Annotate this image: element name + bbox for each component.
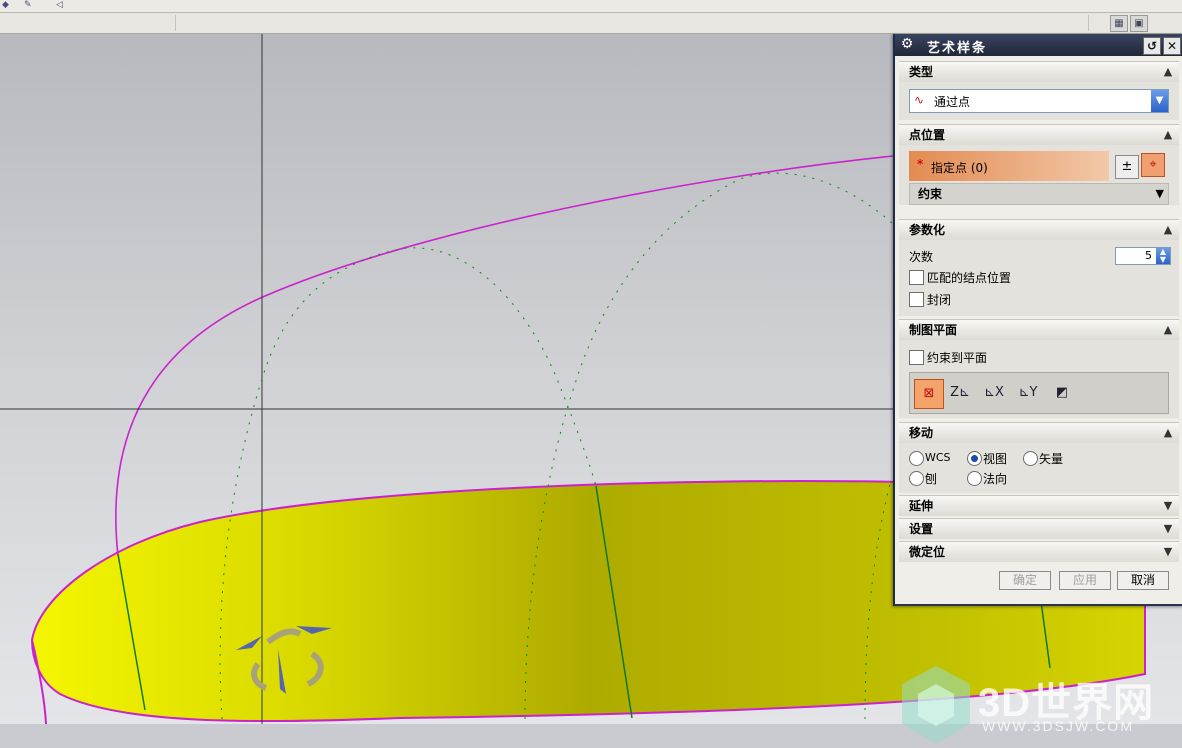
section-drawing-plane-header[interactable]: 制图平面 ▲	[899, 319, 1179, 340]
zc-plane-icon[interactable]: Z⊾	[946, 379, 974, 407]
closed-checkbox[interactable]	[909, 292, 924, 307]
toolbar-icon-3[interactable]: ◁	[56, 0, 70, 11]
chevron-up-icon[interactable]: ▲	[1161, 320, 1175, 340]
view-plane-icon[interactable]: ⊠	[914, 379, 944, 409]
section-point-position-label: 点位置	[909, 128, 946, 142]
section-parameterization-header[interactable]: 参数化 ▲	[899, 219, 1179, 240]
crosshair-icon[interactable]: ⌖	[1141, 153, 1165, 177]
constraint-label: 约束	[918, 187, 943, 201]
section-move-label: 移动	[909, 426, 934, 440]
gear-icon[interactable]: ⚙	[899, 36, 915, 52]
cancel-button[interactable]: 取消	[1117, 571, 1169, 590]
chevron-down-icon[interactable]: ▼	[1161, 496, 1175, 516]
point-dialog-icon[interactable]: ±	[1115, 155, 1139, 179]
specify-point-row[interactable]: * 指定点 (0)	[909, 151, 1109, 181]
move-label-plane: 刨	[925, 472, 938, 486]
plane-icon-strip: ⊠ Z⊾ ⊾X ⊾Y ◩	[909, 372, 1169, 414]
constrain-to-plane-label: 约束到平面	[927, 351, 988, 365]
chevron-down-icon[interactable]: ▼	[1151, 90, 1168, 112]
move-label-normal: 法向	[983, 472, 1008, 486]
degree-label: 次数	[909, 250, 934, 264]
custom-plane-icon[interactable]: ◩	[1048, 379, 1076, 407]
move-radio-normal[interactable]	[967, 471, 982, 486]
chevron-down-icon[interactable]: ▼	[1161, 542, 1175, 562]
ok-button[interactable]: 确定	[999, 571, 1051, 590]
move-radio-plane[interactable]	[909, 471, 924, 486]
studio-spline-dialog: ⚙ 艺术样条 ↺ ✕ 类型 ▲ ∿ 通过点 ▼ 点位置 ▲ * 指定点 (0)	[893, 34, 1182, 606]
section-parameterization-label: 参数化	[909, 223, 946, 237]
section-extend-label: 延伸	[909, 499, 934, 513]
section-point-position-header[interactable]: 点位置 ▲	[899, 124, 1179, 145]
section-type-label: 类型	[909, 65, 934, 79]
close-icon[interactable]: ✕	[1163, 37, 1181, 55]
chevron-up-icon[interactable]: ▲	[1161, 125, 1175, 145]
section-extend-header[interactable]: 延伸 ▼	[899, 495, 1179, 516]
match-knot-label: 匹配的结点位置	[927, 271, 1012, 285]
chevron-up-icon[interactable]: ▲	[1161, 220, 1175, 240]
render-style-icon[interactable]: ▦	[1110, 15, 1128, 32]
section-drawing-plane-label: 制图平面	[909, 323, 958, 337]
chevron-up-icon[interactable]: ▲	[1161, 62, 1175, 82]
move-radio-wcs[interactable]	[909, 451, 924, 466]
watermark: 3D世界网 WWW.3DSJW.COM	[898, 662, 1168, 748]
spline-icon: ∿	[914, 93, 925, 107]
dialog-title-bar[interactable]: ⚙ 艺术样条 ↺ ✕	[895, 34, 1182, 56]
closed-label: 封闭	[927, 293, 952, 307]
move-label-vector: 矢量	[1039, 452, 1064, 466]
section-drawing-plane-body: 约束到平面 ⊠ Z⊾ ⊾X ⊾Y ◩	[899, 340, 1179, 418]
move-label-wcs: WCS	[925, 451, 951, 464]
chevron-up-icon[interactable]: ▲	[1161, 423, 1175, 443]
xc-plane-icon[interactable]: ⊾X	[980, 379, 1008, 407]
yc-plane-icon[interactable]: ⊾Y	[1014, 379, 1042, 407]
section-move-header[interactable]: 移动 ▲	[899, 422, 1179, 443]
section-type-body: ∿ 通过点 ▼	[899, 82, 1179, 120]
degree-spinner[interactable]: 5 ▲ ▼	[1115, 247, 1171, 265]
degree-value: 5	[1145, 249, 1152, 262]
move-label-view: 视图	[983, 452, 1008, 466]
section-type-header[interactable]: 类型 ▲	[899, 61, 1179, 82]
section-parameterization-body: 次数 5 ▲ ▼ 匹配的结点位置 封闭	[899, 240, 1179, 316]
toolbar-icon-2[interactable]: ✎	[24, 0, 38, 11]
section-fine-positioning-label: 微定位	[909, 545, 946, 559]
chevron-down-icon[interactable]: ▼	[1161, 519, 1175, 539]
toolbar-divider	[1088, 15, 1089, 31]
move-radio-view[interactable]	[967, 451, 982, 466]
section-settings-label: 设置	[909, 522, 934, 536]
constrain-to-plane-checkbox[interactable]	[909, 350, 924, 365]
secondary-toolbar: ▦ ▣	[0, 13, 1182, 34]
toolbar-divider	[175, 15, 176, 31]
apply-button[interactable]: 应用	[1059, 571, 1111, 590]
section-point-position-body: * 指定点 (0) ± ⌖ 约束 ▼	[899, 145, 1179, 205]
reset-icon[interactable]: ↺	[1143, 37, 1161, 55]
spinner-arrows-icon[interactable]: ▲ ▼	[1156, 248, 1170, 264]
section-settings-header[interactable]: 设置 ▼	[899, 518, 1179, 539]
chevron-down-icon[interactable]: ▼	[1156, 184, 1164, 204]
dialog-title: 艺术样条	[927, 41, 988, 56]
section-fine-positioning-header[interactable]: 微定位 ▼	[899, 541, 1179, 562]
match-knot-checkbox[interactable]	[909, 270, 924, 285]
move-radio-vector[interactable]	[1023, 451, 1038, 466]
toolbar-icon-1[interactable]: ◆	[2, 0, 16, 11]
watermark-url: WWW.3DSJW.COM	[982, 718, 1134, 734]
dialog-footer: 确定 应用 取消	[895, 571, 1182, 595]
specify-point-label: 指定点 (0)	[931, 161, 988, 175]
top-toolbar: ◆ ✎ ◁	[0, 0, 1182, 13]
type-combo-value: 通过点	[934, 95, 971, 109]
section-move-body: WCS 视图 矢量 刨 法向	[899, 443, 1179, 493]
window-icon[interactable]: ▣	[1130, 15, 1148, 32]
constraint-subheader[interactable]: 约束 ▼	[909, 183, 1169, 205]
type-combo[interactable]: ∿ 通过点 ▼	[909, 89, 1169, 113]
required-star: *	[917, 157, 924, 171]
watermark-logo-icon	[902, 666, 970, 744]
